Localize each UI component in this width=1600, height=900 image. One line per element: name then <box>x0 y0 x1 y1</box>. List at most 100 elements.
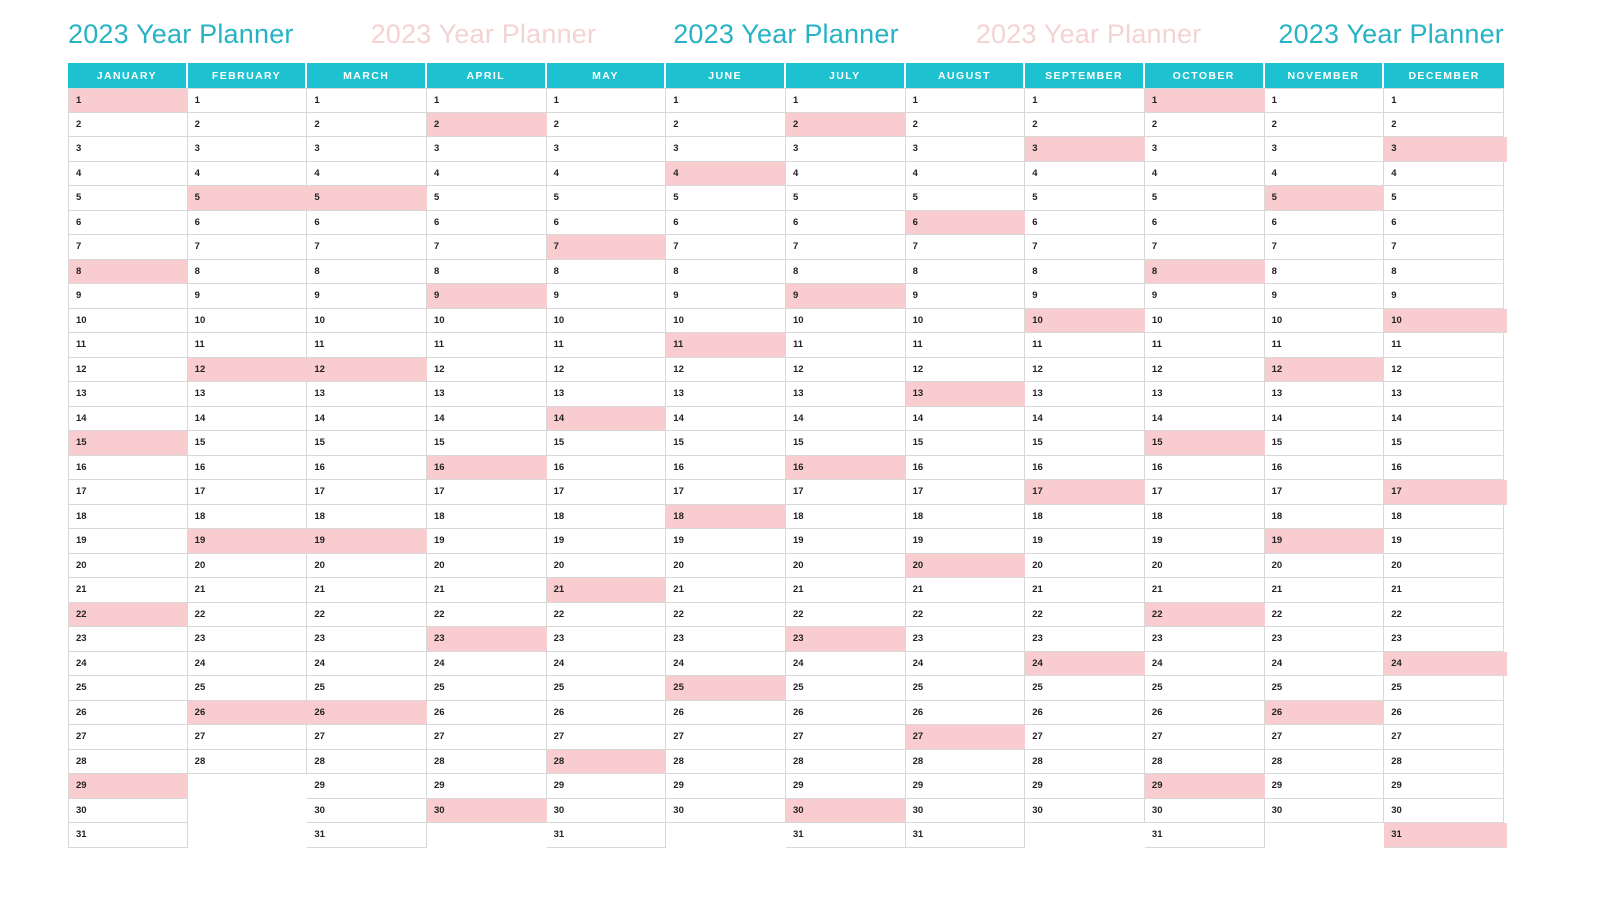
day-cell-highlighted[interactable]: 25 <box>666 676 786 701</box>
day-cell[interactable]: 26 <box>546 700 667 725</box>
day-cell-highlighted[interactable]: 22 <box>1144 602 1265 627</box>
day-cell[interactable]: 8 <box>1264 259 1385 284</box>
day-cell[interactable]: 15 <box>307 431 427 456</box>
day-cell[interactable]: 28 <box>666 749 786 774</box>
month-header-april[interactable]: APRIL <box>426 63 547 88</box>
day-cell-highlighted[interactable]: 26 <box>307 700 427 725</box>
day-cell[interactable]: 6 <box>785 210 906 235</box>
day-cell[interactable]: 24 <box>68 651 188 676</box>
day-cell[interactable]: 25 <box>546 676 667 701</box>
day-cell-highlighted[interactable]: 16 <box>426 455 547 480</box>
day-cell[interactable]: 25 <box>426 676 547 701</box>
day-cell[interactable]: 24 <box>426 651 547 676</box>
day-cell[interactable]: 11 <box>785 333 906 358</box>
day-cell[interactable]: 21 <box>905 578 1026 603</box>
month-header-august[interactable]: AUGUST <box>905 63 1026 88</box>
day-cell[interactable]: 14 <box>785 406 906 431</box>
day-cell-highlighted[interactable]: 10 <box>1384 308 1504 333</box>
day-cell[interactable]: 31 <box>785 823 906 848</box>
day-cell[interactable]: 30 <box>1384 798 1504 823</box>
day-cell[interactable]: 11 <box>546 333 667 358</box>
day-cell[interactable]: 23 <box>307 627 427 652</box>
day-cell[interactable]: 30 <box>307 798 427 823</box>
day-cell-highlighted[interactable]: 29 <box>1144 774 1265 799</box>
day-cell[interactable]: 6 <box>68 210 188 235</box>
day-cell[interactable]: 21 <box>785 578 906 603</box>
day-cell[interactable]: 25 <box>905 676 1026 701</box>
day-cell-highlighted[interactable]: 29 <box>68 774 188 799</box>
day-cell[interactable]: 26 <box>785 700 906 725</box>
day-cell[interactable]: 13 <box>1264 382 1385 407</box>
day-cell[interactable]: 29 <box>666 774 786 799</box>
day-cell[interactable]: 19 <box>1384 529 1504 554</box>
day-cell[interactable]: 17 <box>307 480 427 505</box>
day-cell-highlighted[interactable]: 21 <box>546 578 667 603</box>
day-cell[interactable]: 17 <box>785 480 906 505</box>
day-cell[interactable]: 4 <box>68 161 188 186</box>
day-cell[interactable]: 30 <box>905 798 1026 823</box>
day-cell[interactable]: 17 <box>68 480 188 505</box>
day-cell-highlighted[interactable]: 7 <box>546 235 667 260</box>
day-cell[interactable]: 3 <box>785 137 906 162</box>
day-cell[interactable]: 26 <box>1025 700 1145 725</box>
day-cell[interactable]: 19 <box>1025 529 1145 554</box>
day-cell[interactable]: 24 <box>905 651 1026 676</box>
day-cell-highlighted[interactable]: 24 <box>1384 651 1504 676</box>
day-cell[interactable]: 23 <box>187 627 308 652</box>
day-cell-highlighted[interactable]: 26 <box>1264 700 1385 725</box>
day-cell[interactable]: 24 <box>307 651 427 676</box>
day-cell[interactable]: 2 <box>1264 112 1385 137</box>
day-cell[interactable]: 5 <box>785 186 906 211</box>
day-cell[interactable]: 22 <box>1025 602 1145 627</box>
day-cell[interactable]: 11 <box>426 333 547 358</box>
day-cell[interactable]: 21 <box>307 578 427 603</box>
day-cell[interactable]: 8 <box>1025 259 1145 284</box>
day-cell[interactable]: 15 <box>1264 431 1385 456</box>
day-cell[interactable]: 30 <box>666 798 786 823</box>
day-cell-highlighted[interactable]: 23 <box>785 627 906 652</box>
day-cell[interactable]: 3 <box>1144 137 1265 162</box>
day-cell[interactable]: 5 <box>426 186 547 211</box>
day-cell[interactable]: 16 <box>187 455 308 480</box>
day-cell[interactable]: 24 <box>666 651 786 676</box>
day-cell-highlighted[interactable]: 30 <box>785 798 906 823</box>
month-header-july[interactable]: JULY <box>785 63 906 88</box>
day-cell[interactable]: 11 <box>1384 333 1504 358</box>
day-cell[interactable]: 21 <box>68 578 188 603</box>
day-cell[interactable]: 10 <box>68 308 188 333</box>
day-cell[interactable]: 12 <box>666 357 786 382</box>
day-cell[interactable]: 14 <box>68 406 188 431</box>
day-cell[interactable]: 6 <box>1384 210 1504 235</box>
day-cell-highlighted[interactable]: 30 <box>426 798 547 823</box>
day-cell[interactable]: 7 <box>1025 235 1145 260</box>
day-cell[interactable]: 15 <box>1025 431 1145 456</box>
day-cell[interactable]: 29 <box>1384 774 1504 799</box>
day-cell-highlighted[interactable]: 24 <box>1025 651 1145 676</box>
day-cell[interactable]: 25 <box>307 676 427 701</box>
day-cell[interactable]: 6 <box>426 210 547 235</box>
day-cell[interactable]: 21 <box>666 578 786 603</box>
month-header-february[interactable]: FEBRUARY <box>187 63 308 88</box>
day-cell[interactable]: 10 <box>307 308 427 333</box>
month-header-june[interactable]: JUNE <box>666 63 786 88</box>
day-cell[interactable]: 20 <box>68 553 188 578</box>
day-cell[interactable]: 14 <box>426 406 547 431</box>
day-cell[interactable]: 31 <box>68 823 188 848</box>
day-cell[interactable]: 23 <box>1025 627 1145 652</box>
day-cell[interactable]: 22 <box>426 602 547 627</box>
day-cell[interactable]: 22 <box>1384 602 1504 627</box>
day-cell[interactable]: 26 <box>905 700 1026 725</box>
day-cell[interactable]: 30 <box>1264 798 1385 823</box>
day-cell-highlighted[interactable]: 28 <box>546 749 667 774</box>
day-cell[interactable]: 21 <box>1384 578 1504 603</box>
day-cell[interactable]: 13 <box>1384 382 1504 407</box>
day-cell[interactable]: 28 <box>1144 749 1265 774</box>
day-cell[interactable]: 12 <box>905 357 1026 382</box>
day-cell[interactable]: 27 <box>546 725 667 750</box>
day-cell[interactable]: 6 <box>307 210 427 235</box>
day-cell[interactable]: 6 <box>666 210 786 235</box>
day-cell[interactable]: 14 <box>1144 406 1265 431</box>
day-cell[interactable]: 12 <box>785 357 906 382</box>
day-cell[interactable]: 19 <box>68 529 188 554</box>
day-cell[interactable]: 14 <box>1025 406 1145 431</box>
